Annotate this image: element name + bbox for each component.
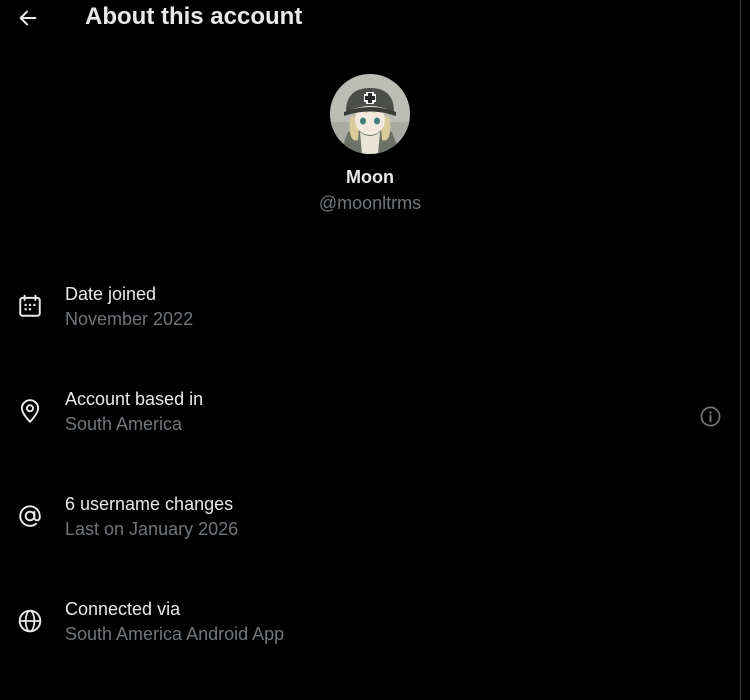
account-based-in-value: South America (65, 414, 183, 434)
location-pin-icon (20, 399, 40, 423)
username-changes-label: 6 username changes (65, 494, 234, 514)
info-circle-icon (700, 406, 720, 426)
date-joined-value: November 2022 (65, 309, 194, 329)
row-connected-via: Connected via South America Android App (0, 587, 740, 692)
row-account-based-in: Account based in South America (0, 377, 740, 482)
account-based-in-label: Account based in (65, 389, 204, 409)
page-title: About this account (85, 3, 303, 30)
about-account-page: About this account Moon @moonltrms Date … (0, 0, 750, 700)
date-joined-label: Date joined (65, 284, 157, 304)
row-username-changes: 6 username changes Last on January 2026 (0, 482, 740, 587)
globe-icon (18, 609, 42, 633)
back-button[interactable] (10, 0, 46, 36)
arrow-left-icon (19, 10, 37, 26)
at-sign-icon (19, 505, 41, 527)
connected-via-label: Connected via (65, 599, 181, 619)
display-name: Moon (346, 167, 394, 187)
avatar[interactable] (330, 74, 410, 154)
calendar-icon (19, 294, 41, 317)
account-info-list: Date joined November 2022 Account based … (0, 272, 740, 692)
username-handle: @moonltrms (318, 193, 422, 213)
profile-summary: Moon @moonltrms (0, 74, 740, 214)
account-location-info-button[interactable] (698, 404, 722, 428)
username-changes-value: Last on January 2026 (65, 519, 239, 539)
page-header: About this account (0, 0, 740, 36)
row-date-joined: Date joined November 2022 (0, 272, 740, 377)
connected-via-value: South America Android App (65, 624, 285, 644)
vertical-scrollbar[interactable] (740, 0, 750, 700)
